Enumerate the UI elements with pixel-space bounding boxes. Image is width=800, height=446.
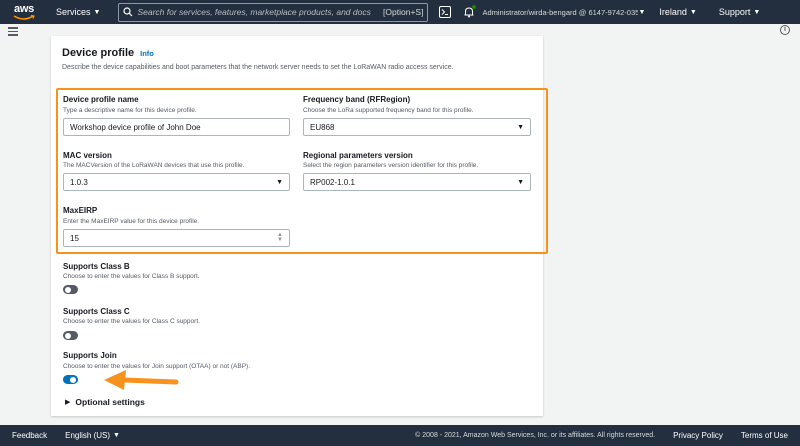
arrow-annotation-icon bbox=[104, 370, 179, 390]
top-navigation: aws Services ▼ Search for services, feat… bbox=[0, 0, 800, 24]
chevron-down-icon: ▼ bbox=[638, 8, 646, 16]
frequency-band-hint: Choose the LoRa supported frequency band… bbox=[303, 107, 474, 114]
copyright-text: © 2008 - 2021, Amazon Web Services, Inc.… bbox=[415, 432, 656, 439]
max-eirp-label: MaxEIRP bbox=[63, 206, 98, 215]
chevron-down-icon: ▼ bbox=[93, 8, 101, 16]
max-eirp-value: 15 bbox=[70, 233, 79, 243]
terms-of-use-link[interactable]: Terms of Use bbox=[741, 431, 788, 440]
aws-logo-text: aws bbox=[14, 3, 34, 15]
toggle-knob bbox=[65, 332, 71, 339]
number-stepper-icon[interactable]: ▲ ▼ bbox=[277, 232, 283, 243]
footer: Feedback English (US) ▼ © 2008 - 2021, A… bbox=[0, 425, 800, 446]
mac-version-label: MAC version bbox=[63, 151, 112, 160]
regional-params-value: RP002-1.0.1 bbox=[310, 177, 355, 187]
mac-version-hint: The MACVersion of the LoRaWAN devices th… bbox=[63, 162, 245, 169]
frequency-band-value: EU868 bbox=[310, 122, 335, 132]
profile-name-label: Device profile name bbox=[63, 95, 139, 104]
search-icon bbox=[123, 7, 133, 17]
join-label: Supports Join bbox=[63, 351, 117, 360]
notification-dot bbox=[472, 5, 477, 9]
info-circle-icon[interactable]: i bbox=[780, 25, 790, 35]
account-label: Administrator/wirda-bengard @ 6147-9742-… bbox=[482, 7, 639, 17]
dropdown-arrow-icon: ▼ bbox=[517, 178, 524, 186]
frequency-band-select[interactable]: EU868 ▼ bbox=[303, 118, 531, 136]
cloudshell-button[interactable] bbox=[438, 5, 452, 19]
toggle-knob bbox=[70, 376, 76, 383]
account-menu[interactable]: Administrator/wirda-bengard @ 6147-9742-… bbox=[482, 8, 638, 17]
panel-header: Device profile Info bbox=[62, 47, 154, 59]
chevron-down-icon: ▼ bbox=[753, 8, 761, 16]
class-c-hint: Choose to enter the values for Class C s… bbox=[63, 318, 200, 325]
caret-right-icon: ▶ bbox=[65, 399, 71, 406]
support-menu[interactable]: Support ▼ bbox=[719, 7, 760, 17]
optional-settings-label: Optional settings bbox=[75, 397, 145, 407]
terminal-icon bbox=[439, 6, 452, 18]
profile-name-value: Workshop device profile of John Doe bbox=[70, 122, 201, 132]
optional-settings-expander[interactable]: ▶ Optional settings bbox=[65, 397, 145, 407]
page-title: Device profile bbox=[62, 47, 135, 59]
profile-name-hint: Type a descriptive name for this device … bbox=[63, 107, 197, 114]
feedback-link[interactable]: Feedback bbox=[12, 431, 47, 440]
search-input[interactable]: Search for services, features, marketpla… bbox=[137, 7, 379, 17]
chevron-down-icon: ▼ bbox=[113, 432, 120, 439]
hamburger-menu-icon[interactable] bbox=[8, 27, 18, 38]
search-shortcut: [Option+S] bbox=[383, 7, 424, 17]
class-b-label: Supports Class B bbox=[63, 262, 130, 271]
class-c-toggle[interactable] bbox=[63, 331, 78, 340]
services-menu[interactable]: Services ▼ bbox=[56, 7, 100, 17]
privacy-policy-link[interactable]: Privacy Policy bbox=[673, 431, 723, 440]
info-link[interactable]: Info bbox=[140, 49, 154, 58]
notifications-button[interactable] bbox=[462, 5, 477, 19]
regional-params-label: Regional parameters version bbox=[303, 151, 413, 160]
max-eirp-input[interactable]: 15 ▲ ▼ bbox=[63, 229, 290, 247]
mac-version-select[interactable]: 1.0.3 ▼ bbox=[63, 173, 290, 191]
toggle-knob bbox=[65, 286, 71, 293]
region-label: Ireland bbox=[659, 7, 687, 17]
language-label: English (US) bbox=[65, 431, 111, 440]
mac-version-value: 1.0.3 bbox=[70, 177, 88, 187]
class-b-hint: Choose to enter the values for Class B s… bbox=[63, 273, 200, 280]
aws-smile-icon bbox=[13, 15, 35, 20]
frequency-band-label: Frequency band (RFRegion) bbox=[303, 95, 411, 104]
max-eirp-hint: Enter the MaxEIRP value for this device … bbox=[63, 218, 200, 225]
language-selector[interactable]: English (US) ▼ bbox=[65, 431, 120, 440]
search-bar[interactable]: Search for services, features, marketpla… bbox=[118, 2, 429, 22]
join-toggle[interactable] bbox=[63, 375, 78, 384]
class-c-label: Supports Class C bbox=[63, 307, 130, 316]
chevron-down-icon: ▼ bbox=[689, 8, 697, 16]
panel-description: Describe the device capabilities and boo… bbox=[62, 64, 454, 71]
regional-params-select[interactable]: RP002-1.0.1 ▼ bbox=[303, 173, 531, 191]
support-label: Support bbox=[718, 7, 751, 17]
dropdown-arrow-icon: ▼ bbox=[517, 123, 524, 131]
class-b-toggle[interactable] bbox=[63, 285, 78, 294]
regional-params-hint: Select the region parameters version ide… bbox=[303, 162, 479, 169]
profile-name-input[interactable]: Workshop device profile of John Doe bbox=[63, 118, 290, 136]
dropdown-arrow-icon: ▼ bbox=[276, 178, 283, 186]
aws-logo[interactable]: aws bbox=[8, 0, 46, 24]
device-profile-panel: Device profile Info Describe the device … bbox=[51, 36, 543, 416]
services-label: Services bbox=[56, 7, 91, 17]
region-menu[interactable]: Ireland ▼ bbox=[659, 7, 696, 17]
